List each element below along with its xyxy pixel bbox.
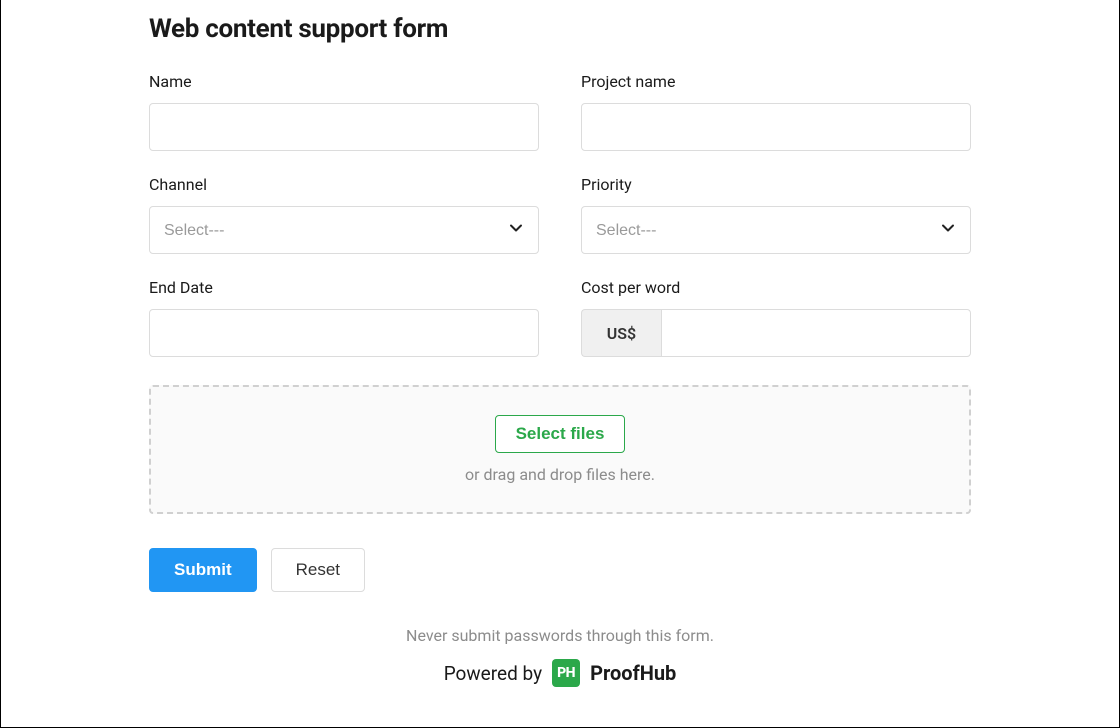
field-channel: Channel Select--- xyxy=(149,175,539,254)
form-container: Web content support form Name Project na… xyxy=(0,0,1120,728)
form-disclaimer: Never submit passwords through this form… xyxy=(149,626,971,645)
field-priority: Priority Select--- xyxy=(581,175,971,254)
select-priority[interactable]: Select--- xyxy=(581,206,971,254)
brand-name: ProofHub xyxy=(590,661,676,685)
label-channel: Channel xyxy=(149,175,539,194)
field-project-name: Project name xyxy=(581,72,971,151)
label-priority: Priority xyxy=(581,175,971,194)
input-end-date[interactable] xyxy=(149,309,539,357)
label-project-name: Project name xyxy=(581,72,971,91)
proofhub-logo-icon: PH xyxy=(552,659,580,687)
input-cost-per-word[interactable] xyxy=(661,309,971,357)
powered-by: Powered by PH ProofHub xyxy=(149,659,971,687)
powered-by-text: Powered by xyxy=(444,662,542,685)
select-files-button[interactable]: Select files xyxy=(495,415,626,453)
dropzone-hint: or drag and drop files here. xyxy=(171,465,949,484)
input-project-name[interactable] xyxy=(581,103,971,151)
reset-button[interactable]: Reset xyxy=(271,548,365,592)
submit-button[interactable]: Submit xyxy=(149,548,257,592)
field-end-date: End Date xyxy=(149,278,539,357)
select-wrapper-priority: Select--- xyxy=(581,206,971,254)
select-wrapper-channel: Select--- xyxy=(149,206,539,254)
form-fields-grid: Name Project name Channel Select--- Prio… xyxy=(149,72,971,357)
label-end-date: End Date xyxy=(149,278,539,297)
field-cost-per-word: Cost per word US$ xyxy=(581,278,971,357)
label-cost-per-word: Cost per word xyxy=(581,278,971,297)
input-group-cost: US$ xyxy=(581,309,971,357)
currency-prefix: US$ xyxy=(581,309,661,357)
label-name: Name xyxy=(149,72,539,91)
file-dropzone[interactable]: Select files or drag and drop files here… xyxy=(149,385,971,514)
form-title: Web content support form xyxy=(149,14,971,44)
field-name: Name xyxy=(149,72,539,151)
form-actions: Submit Reset xyxy=(149,548,971,592)
select-channel[interactable]: Select--- xyxy=(149,206,539,254)
input-name[interactable] xyxy=(149,103,539,151)
